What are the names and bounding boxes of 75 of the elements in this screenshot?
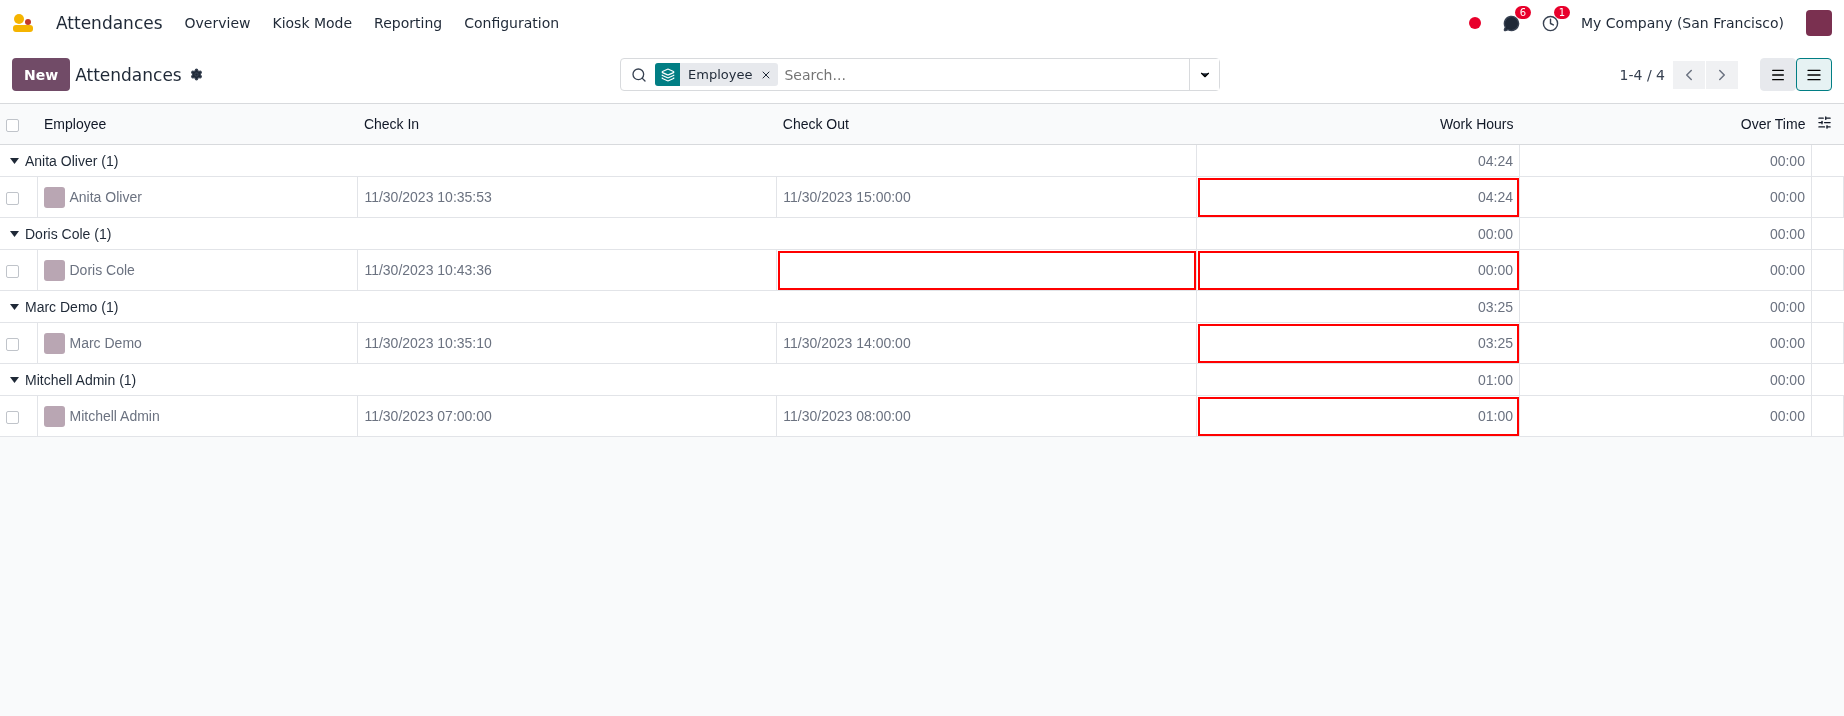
facet-label: Employee [687, 67, 754, 82]
column-header[interactable]: Check In [363, 116, 420, 132]
menu-item[interactable]: Kiosk Mode [272, 15, 353, 31]
new-button[interactable]: New [12, 58, 71, 91]
search-facet[interactable]: Employee [655, 63, 779, 86]
table-cell: 11/30/2023 10:35:53 [364, 189, 492, 205]
group-label[interactable]: Doris Cole (1) [25, 225, 112, 242]
next-button[interactable] [1706, 60, 1738, 89]
menu-item[interactable]: Overview [184, 15, 251, 31]
table-cell: 00:00 [1769, 335, 1805, 351]
table-cell: 00:00 [1478, 262, 1514, 278]
checkbox[interactable] [6, 191, 19, 205]
group-label[interactable]: Mitchell Admin (1) [25, 371, 137, 388]
table-cell: 11/30/2023 07:00:00 [364, 408, 492, 424]
app-logo-icon [12, 13, 34, 33]
caret-icon[interactable] [10, 157, 19, 164]
status-dot[interactable] [1469, 17, 1482, 29]
app-name[interactable]: Attendances [56, 13, 163, 33]
checkbox[interactable] [6, 337, 19, 351]
group-total: 00:00 [1769, 371, 1805, 388]
caret-icon[interactable] [10, 230, 19, 237]
menu-item[interactable]: Configuration [464, 15, 560, 31]
group-total: 00:00 [1478, 225, 1514, 242]
checkbox[interactable] [6, 118, 19, 132]
caret-icon[interactable] [10, 303, 19, 310]
employee-avatar [44, 332, 66, 354]
employee-name: Mitchell Admin [69, 408, 160, 424]
table-cell: 01:00 [1478, 408, 1514, 424]
caret-icon[interactable] [10, 376, 19, 383]
sliders-icon[interactable] [1817, 115, 1833, 130]
employee-avatar [44, 259, 66, 281]
table-cell: 03:25 [1478, 335, 1514, 351]
group-total: 00:00 [1769, 298, 1805, 315]
column-header[interactable]: Work Hours [1439, 116, 1514, 132]
search-field[interactable]: Employee Search... [620, 58, 1220, 91]
group-label[interactable]: Marc Demo (1) [25, 298, 119, 315]
group-total: 04:24 [1478, 152, 1514, 169]
layers-icon [660, 67, 675, 82]
page-title: Attendances [75, 64, 182, 85]
menu-item[interactable]: Reporting [374, 15, 443, 31]
table-cell: 11/30/2023 10:35:10 [364, 335, 492, 351]
checkbox[interactable] [6, 264, 19, 278]
table-cell: 11/30/2023 15:00:00 [783, 189, 911, 205]
clock-icon[interactable] [1542, 14, 1560, 32]
employee-name: Marc Demo [69, 335, 142, 351]
table-cell: 11/30/2023 08:00:00 [783, 408, 911, 424]
view-switch-button[interactable] [1796, 58, 1832, 91]
search-icon [631, 66, 647, 83]
checkbox[interactable] [6, 410, 19, 424]
settings-icon[interactable] [189, 68, 203, 81]
company-name[interactable]: My Company (San Francisco) [1581, 15, 1784, 31]
group-total: 00:00 [1769, 152, 1805, 169]
group-total: 00:00 [1769, 225, 1805, 242]
table-cell: 00:00 [1769, 189, 1805, 205]
chat-icon[interactable] [1503, 14, 1521, 32]
pager-value[interactable]: 1-4 / 4 [1619, 66, 1665, 83]
table-cell: 00:00 [1769, 408, 1805, 424]
employee-avatar [44, 405, 66, 427]
table-cell: 11/30/2023 10:43:36 [364, 262, 492, 278]
activity-count: 1 [1553, 5, 1571, 19]
table-cell: 00:00 [1769, 262, 1805, 278]
employee-name: Anita Oliver [69, 189, 142, 205]
previous-button[interactable] [1673, 60, 1705, 89]
employee-name: Doris Cole [69, 262, 135, 278]
employee-avatar [44, 186, 66, 208]
group-total: 03:25 [1478, 298, 1514, 315]
column-header[interactable]: Over Time [1740, 116, 1806, 132]
table-cell: 11/30/2023 14:00:00 [783, 335, 911, 351]
search-options-button[interactable] [1189, 59, 1219, 90]
group-total: 01:00 [1478, 371, 1514, 388]
table-cell: 04:24 [1478, 189, 1514, 205]
group-label[interactable]: Anita Oliver (1) [25, 152, 119, 169]
column-header[interactable]: Check Out [782, 116, 849, 132]
message-count: 6 [1514, 5, 1532, 19]
column-header[interactable]: Employee [44, 116, 107, 132]
